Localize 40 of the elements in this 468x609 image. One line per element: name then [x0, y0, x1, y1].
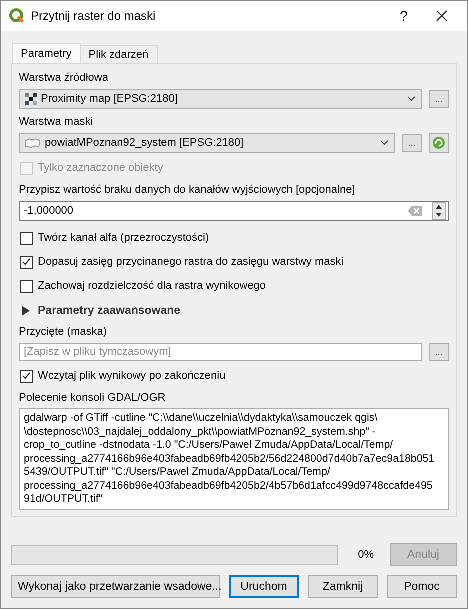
- field-label: Przypisz wartość braku danych do kanałów wyjściowych [opcjonalne]: [19, 183, 356, 197]
- refresh-button[interactable]: [429, 133, 449, 153]
- chevron-down-icon: [407, 96, 416, 102]
- progress-percent: 0%: [357, 548, 374, 560]
- field-label: Polecenie konsoli GDAL/OGR: [19, 391, 167, 405]
- raster-layer-icon: [25, 93, 37, 105]
- command-text-box[interactable]: gdalwarp -of GTiff -cutline "C:\\dane\\uczelnia\\dydaktyka\\samouczek qgis\ \dostepnosc\\03_najdalej_oddalony_pkt\\powiatMPoznan92_system.shp" - crop_to_cutline -dstnodata -1.0 "C:/Users/Pawel Zmuda/AppData/Local/Temp/ processing_a2774166b96e403fabeadb69fb4205b2/56d224800d7d40b7a7ec9a18b051 5439/OUTPUT.tif" "C:/Users/Pawel Zmuda/AppData/Local/Temp/ processing_a2774166b96e403fabeadb69fb4205b2/4b57b6d1afcc499d9748ccafde495 91d/OUTPUT.tif": [19, 408, 449, 510]
- checkbox[interactable]: [20, 370, 33, 382]
- help-button[interactable]: ?: [389, 8, 419, 24]
- dialog-button[interactable]: Pomoc: [387, 575, 457, 598]
- checkbox[interactable]: [20, 232, 33, 244]
- browse-button[interactable]: ...: [429, 90, 449, 108]
- checkbox[interactable]: [20, 280, 33, 292]
- number-field[interactable]: -1,000000: [19, 201, 449, 221]
- checkbox-label: Dopasuj zasięg przycinanego rastra do zasięgu warstwy maski: [38, 256, 344, 268]
- close-icon: [436, 10, 448, 22]
- checkbox-label: Tylko zaznaczone obiekty: [38, 162, 164, 174]
- tab[interactable]: Plik zdarzeń: [80, 45, 158, 63]
- checkbox-label: Wczytaj plik wynikowy po zakończeniu: [38, 370, 226, 382]
- field-label: Warstwa maski: [19, 115, 94, 129]
- field-label: Warstwa źródłowa: [19, 71, 110, 85]
- browse-button[interactable]: ...: [429, 343, 449, 361]
- layer-dropdown[interactable]: Proximity map [EPSG:2180]: [19, 89, 422, 109]
- field-label: Przycięte (maska): [19, 325, 108, 339]
- expand-arrow-icon: [22, 306, 30, 316]
- spin-buttons[interactable]: [432, 202, 446, 220]
- advanced-section-toggle[interactable]: Parametry zaawansowane: [19, 301, 449, 321]
- chevron-down-icon: [380, 140, 389, 146]
- checkbox-label: Zachowaj rozdzielczość dla rastra wynikowego: [38, 280, 266, 292]
- checkbox[interactable]: [20, 256, 33, 268]
- layer-dropdown[interactable]: powiatMPoznan92_system [EPSG:2180]: [19, 133, 395, 153]
- dialog-button[interactable]: Wykonaj jako przetwarzanie wsadowe...: [11, 575, 220, 598]
- dialog-button[interactable]: Uruchom: [229, 575, 299, 598]
- tab[interactable]: Parametry: [12, 43, 81, 63]
- window-title: Przytnij raster do maski: [31, 9, 157, 23]
- logo-icon: [9, 8, 25, 24]
- browse-button[interactable]: ...: [402, 134, 422, 152]
- polygon-layer-icon: [25, 138, 41, 148]
- checkbox-label: Twórz kanał alfa (przezroczystości): [38, 232, 210, 244]
- dialog-button[interactable]: Zamknij: [308, 575, 378, 598]
